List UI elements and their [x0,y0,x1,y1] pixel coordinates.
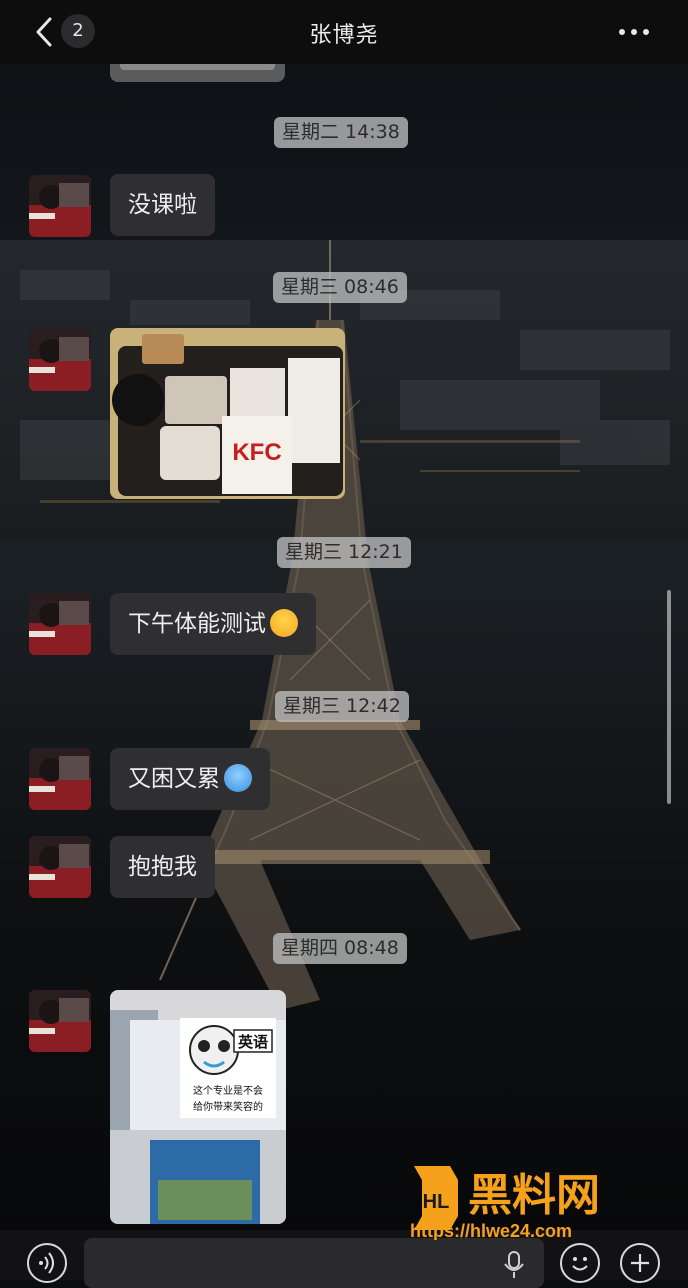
message-text: 下午体能测试 [128,611,266,637]
image-message-kfc-meal[interactable]: KFC [110,328,345,499]
cold-face-emoji [224,763,252,792]
voice-mode-button[interactable] [27,1243,67,1283]
message-list[interactable]: 星期二 14:38 没课啦 星期三 08:46 KFC 星期三 12:21 下午… [0,0,688,1280]
persevering-face-emoji [270,608,298,637]
svg-text:给你带来笑容的: 给你带来笑容的 [193,1100,263,1113]
watermark: HL 黑料网 https://hlwe24.com [410,1160,660,1241]
message-bubble[interactable]: 下午体能测试 [110,593,316,655]
image-message-meme-photo[interactable]: 英语 这个专业是不会 给你带来笑容的 [110,990,286,1224]
avatar[interactable] [29,836,91,898]
svg-text:英语: 英语 [238,1033,268,1051]
plus-button[interactable] [620,1243,660,1283]
timestamp: 星期四 08:48 [273,933,407,964]
voice-mode-icon [39,1252,54,1274]
avatar[interactable] [29,329,91,391]
avatar[interactable] [29,748,91,810]
watermark-url: https://hlwe24.com [410,1221,572,1240]
message-bubble[interactable]: 又困又累 [110,748,270,810]
timestamp: 星期三 08:46 [273,272,407,303]
svg-text:这个专业是不会: 这个专业是不会 [193,1084,263,1097]
message-input[interactable] [84,1238,544,1288]
timestamp: 星期三 12:21 [277,537,411,568]
watermark-logo-text: 黑料网 [468,1170,600,1221]
microphone-icon[interactable] [500,1250,528,1280]
message-bubble[interactable]: 抱抱我 [110,836,215,898]
plus-icon [631,1254,649,1272]
svg-text:KFC: KFC [232,439,281,466]
chat-header: 2 张博尧 [0,0,688,64]
emoji-button[interactable] [560,1243,600,1283]
more-dots-icon [619,29,625,35]
emoji-icon [572,1257,588,1271]
avatar[interactable] [29,175,91,237]
scrollbar[interactable] [667,590,671,804]
svg-text:HL: HL [423,1191,450,1213]
chat-title: 张博尧 [309,23,379,48]
message-bubble[interactable]: 没课啦 [110,174,215,236]
avatar[interactable] [29,593,91,655]
message-text: 又困又累 [128,766,220,792]
more-options-button[interactable] [616,22,652,42]
timestamp: 星期二 14:38 [274,117,408,148]
avatar[interactable] [29,990,91,1052]
timestamp: 星期三 12:42 [275,691,409,722]
